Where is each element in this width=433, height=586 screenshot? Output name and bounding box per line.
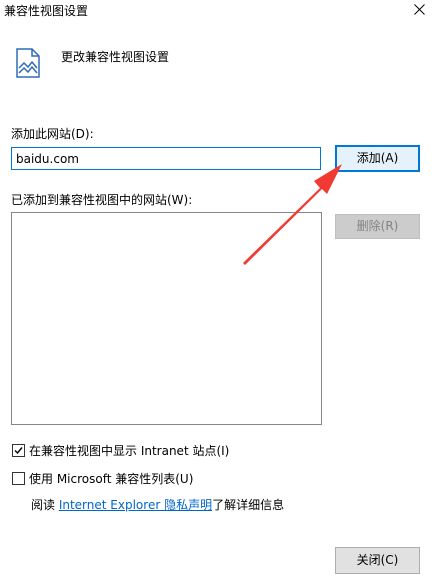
add-button[interactable]: 添加(A) — [335, 145, 420, 172]
privacy-line: 阅读 Internet Explorer 隐私声明了解详细信息 — [31, 497, 284, 513]
header-heading: 更改兼容性视图设置 — [61, 50, 170, 64]
privacy-prefix: 阅读 — [31, 498, 59, 512]
remove-button[interactable]: 删除(R) — [335, 214, 420, 239]
add-site-label: 添加此网站(D): — [11, 127, 94, 141]
added-sites-label: 已添加到兼容性视图中的网站(W): — [11, 193, 193, 207]
add-site-input[interactable] — [11, 147, 321, 170]
close-button[interactable]: 关闭(C) — [335, 547, 420, 574]
close-icon — [414, 4, 425, 15]
compat-page-icon — [14, 46, 42, 80]
privacy-suffix: 了解详细信息 — [212, 498, 285, 512]
added-sites-list[interactable] — [11, 212, 322, 425]
intranet-label[interactable]: 在兼容性视图中显示 Intranet 站点(I) — [29, 443, 229, 459]
checkmark-icon — [14, 447, 23, 455]
ms-list-checkbox[interactable] — [12, 472, 25, 485]
title-bar: 兼容性视图设置 — [0, 0, 433, 22]
privacy-link[interactable]: Internet Explorer 隐私声明 — [59, 498, 212, 512]
ms-list-label[interactable]: 使用 Microsoft 兼容性列表(U) — [29, 471, 193, 487]
window-title: 兼容性视图设置 — [4, 4, 89, 18]
intranet-checkbox[interactable] — [12, 444, 25, 457]
window-close-button[interactable] — [406, 0, 433, 20]
